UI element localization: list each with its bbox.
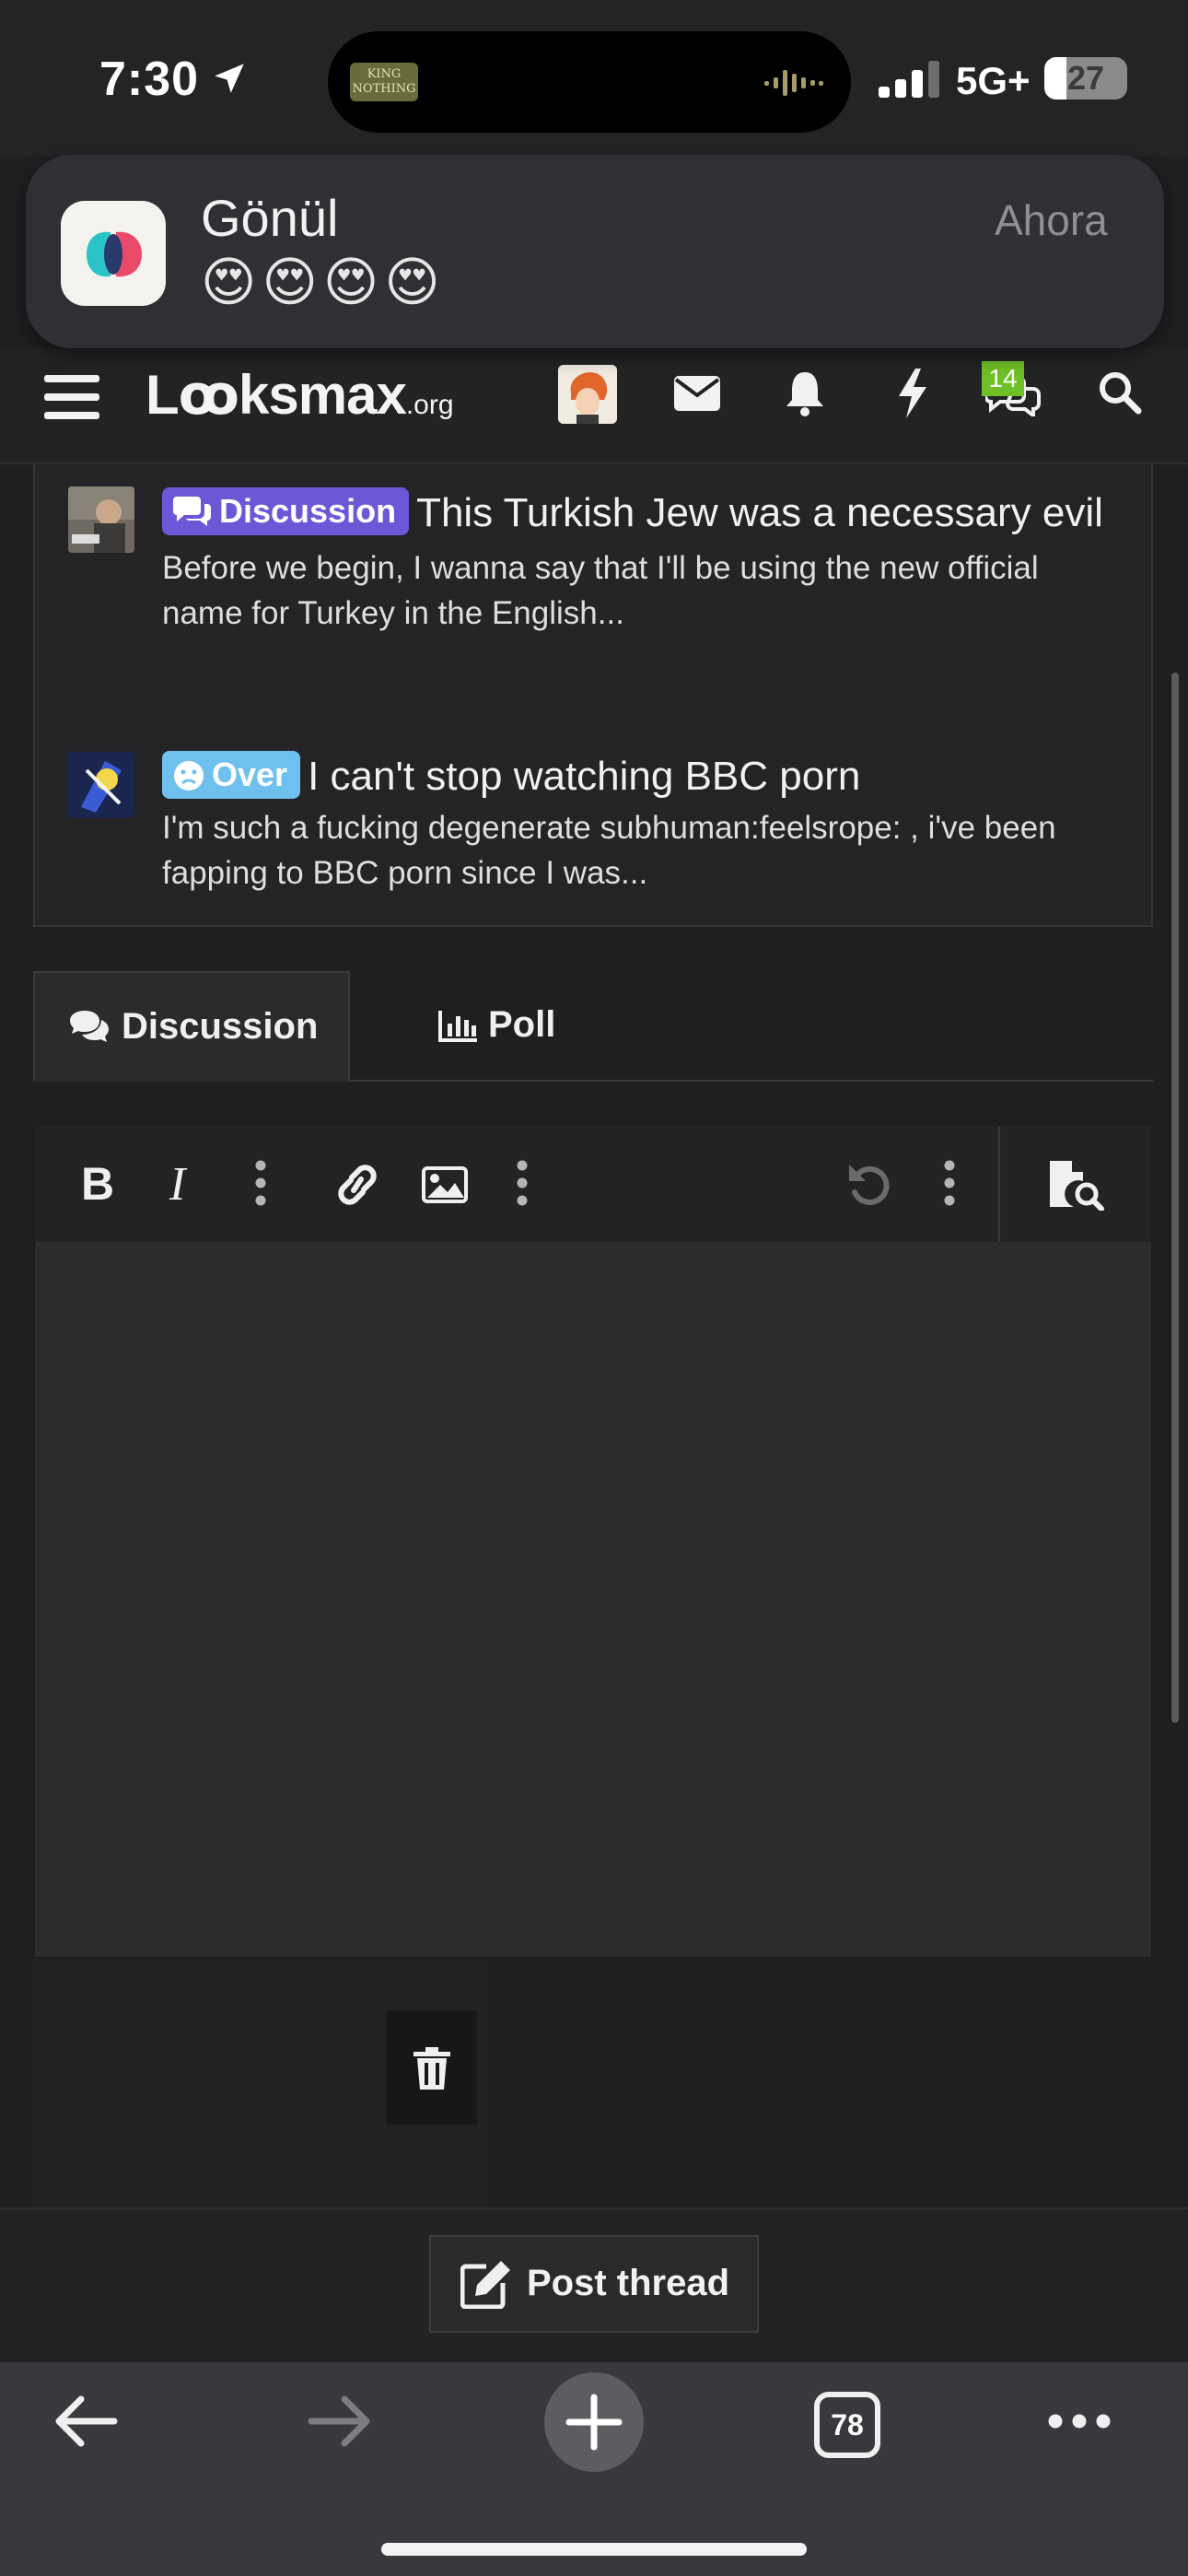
app-icon: [61, 201, 166, 306]
chat-count-badge: 14: [982, 361, 1024, 396]
preview-icon[interactable]: [1048, 1159, 1105, 1211]
site-logo[interactable]: Lꝏksmax.org: [146, 363, 454, 427]
avatar-image: [68, 752, 134, 818]
thread-title[interactable]: This Turkish Jew was a necessary evil: [416, 490, 1103, 535]
italic-icon[interactable]: I: [168, 1159, 199, 1205]
tab-poll[interactable]: Poll: [433, 971, 599, 1078]
bar-chart-icon: [438, 1011, 477, 1042]
location-arrow-icon: [215, 64, 244, 93]
search-icon[interactable]: [1098, 370, 1142, 415]
undo-icon[interactable]: [845, 1161, 893, 1207]
comments-icon: [70, 1011, 109, 1042]
thread-title[interactable]: I can't stop watching BBC porn: [308, 754, 860, 799]
rich-text-editor[interactable]: [33, 1124, 1153, 1959]
logo-suffix: .org: [405, 390, 454, 420]
hamburger-menu-icon[interactable]: [44, 373, 101, 421]
back-arrow-icon[interactable]: [53, 2394, 120, 2449]
toolbar-divider: [998, 1126, 1000, 1242]
trash-icon: [413, 2047, 450, 2090]
image-icon[interactable]: [422, 1166, 468, 1203]
post-thread-label: Post thread: [527, 2263, 730, 2303]
svg-text:I: I: [169, 1159, 188, 1205]
now-playing-artwork: KING NOTHING: [350, 63, 418, 101]
mail-icon[interactable]: [674, 376, 720, 411]
thread-author-avatar[interactable]: [68, 486, 134, 553]
editor-toolbar: [35, 1126, 1151, 1242]
battery-level: 27: [1066, 59, 1105, 97]
list-item[interactable]: Over I can't stop watching BBC porn I'm s…: [162, 748, 1111, 896]
bell-icon[interactable]: [785, 370, 825, 416]
notification-message: 😍😍😍😍: [201, 252, 446, 312]
edit-icon: [460, 2261, 510, 2309]
thread-author-avatar[interactable]: [68, 752, 134, 818]
forward-arrow-icon[interactable]: [306, 2394, 372, 2449]
page-scrollbar[interactable]: [1171, 673, 1179, 1723]
new-tab-icon[interactable]: [543, 2371, 645, 2473]
thread-prefix-label: Over: [212, 755, 288, 793]
list-item[interactable]: Discussion This Turkish Jew was a necessa…: [162, 485, 1111, 636]
tabs-overview-button[interactable]: 78: [814, 2392, 880, 2458]
audio-waveform-icon: [764, 70, 823, 96]
notification-banner[interactable]: [26, 155, 1164, 348]
thread-snippet: I'm such a fucking degenerate subhuman:f…: [162, 810, 1056, 891]
link-icon[interactable]: [333, 1163, 381, 1207]
thread-prefix-badge[interactable]: Discussion: [162, 487, 410, 535]
comments-icon: [173, 497, 211, 526]
avatar-image: [558, 365, 617, 424]
notification-title: Gönül: [201, 189, 339, 247]
network-type: 5G+: [956, 59, 1031, 102]
tab-discussion[interactable]: Discussion: [33, 971, 350, 1082]
cellular-signal-icon: [879, 61, 939, 98]
avatar-image: [68, 486, 134, 553]
thread-title-row[interactable]: Discussion This Turkish Jew was a necessa…: [162, 485, 1111, 542]
thread-prefix-badge[interactable]: Over: [162, 751, 301, 799]
more-menu-icon[interactable]: [1048, 2414, 1111, 2429]
thread-snippet: Before we begin, I wanna say that I'll b…: [162, 550, 1039, 631]
thread-prefix-label: Discussion: [219, 492, 397, 530]
delete-attachment-button[interactable]: [387, 2010, 477, 2125]
logo-text: Lꝏksmax: [146, 364, 407, 426]
tab-poll-label: Poll: [488, 1004, 556, 1045]
app-logo-icon: [87, 231, 142, 277]
more-options-icon[interactable]: [516, 1159, 529, 1207]
bold-icon[interactable]: B: [79, 1159, 116, 1205]
home-indicator[interactable]: [381, 2543, 807, 2556]
tab-discussion-label: Discussion: [122, 1006, 319, 1047]
user-avatar[interactable]: [558, 365, 617, 424]
thread-title-row[interactable]: Over I can't stop watching BBC porn: [162, 748, 1111, 805]
status-time: 7:30: [99, 53, 200, 106]
battery-indicator: 27: [1044, 57, 1127, 100]
svg-text:B: B: [81, 1159, 114, 1205]
more-options-icon[interactable]: [943, 1159, 956, 1207]
more-options-icon[interactable]: [254, 1159, 267, 1207]
notification-time: Ahora: [995, 196, 1108, 244]
sad-face-icon: [174, 761, 204, 790]
lightning-bolt-icon[interactable]: [897, 369, 928, 418]
